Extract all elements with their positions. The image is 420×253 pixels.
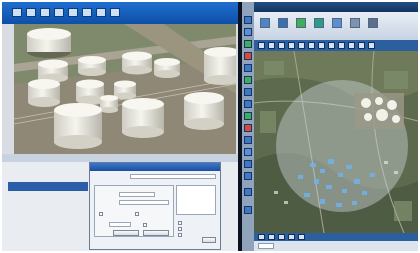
storage-tank [78,56,106,76]
back-icon[interactable] [298,42,305,49]
option-checkbox-2[interactable] [135,212,139,216]
zoom-out-icon[interactable] [244,100,252,108]
dialog-title-bar [90,163,220,171]
storage-tank [100,95,118,113]
forward-icon[interactable] [308,42,315,49]
properties-dialog [89,162,221,250]
type-field[interactable] [119,200,169,205]
help-tool-icon[interactable] [244,206,252,214]
status-bar [254,241,418,251]
add-layer-icon[interactable] [244,40,252,48]
prev-page-icon[interactable] [268,234,275,240]
map-toolbar [254,40,418,51]
measure-icon[interactable] [332,18,342,28]
panel-header [2,154,238,162]
swipe-icon[interactable] [358,42,365,49]
option-checkbox-1[interactable] [99,212,103,216]
options-icon[interactable] [368,18,378,28]
preview-box [176,185,216,215]
identify-tool-icon[interactable] [244,64,252,72]
value-field[interactable] [119,192,155,197]
storage-tank [122,98,164,138]
storage-tank [76,79,104,105]
delete-tool-icon[interactable] [244,124,252,132]
add-data-icon[interactable] [296,18,306,28]
zoom-icon[interactable] [54,8,64,17]
export-icon[interactable] [350,18,360,28]
side-panel-tab[interactable] [8,182,88,191]
identify-icon[interactable] [318,42,325,49]
select-icon[interactable] [110,8,120,17]
pan-icon[interactable] [68,8,78,17]
select-tool-icon[interactable] [244,136,252,144]
storage-tank [122,51,152,75]
option-checkbox-3[interactable] [143,223,147,227]
storage-tank [154,58,180,78]
overlay-tool-icon[interactable] [244,148,252,156]
tank-farm-overhead [354,93,404,129]
print-tool-icon[interactable] [244,172,252,180]
vertical-toolbar [242,2,254,251]
apply-button[interactable] [113,230,139,236]
storage-tank [204,47,236,85]
pointer-tool-icon[interactable] [244,16,252,24]
edit-tool-icon[interactable] [244,112,252,120]
select-icon[interactable] [328,42,335,49]
layers-icon[interactable] [278,18,288,28]
layers-icon[interactable] [96,8,106,17]
desktop-screenshot [2,2,418,251]
zoom-in-icon[interactable] [244,88,252,96]
last-page-icon[interactable] [288,234,295,240]
draw-icon[interactable] [348,42,355,49]
analysis-icon[interactable] [314,18,324,28]
options-group [94,185,174,237]
bookmark-icon[interactable] [368,42,375,49]
export-tool-icon[interactable] [244,160,252,168]
ok-button[interactable] [202,237,216,243]
zoom-in-icon[interactable] [268,42,275,49]
storage-tank [54,103,102,149]
radio-option-3[interactable] [178,233,182,237]
save-icon[interactable] [40,8,50,17]
next-page-icon[interactable] [278,234,285,240]
refresh-icon[interactable] [298,234,305,240]
radio-option-2[interactable] [178,227,182,231]
first-page-icon[interactable] [258,234,265,240]
measure-icon[interactable] [338,42,345,49]
grid-icon[interactable] [82,8,92,17]
open-icon[interactable] [260,18,270,28]
size-field[interactable] [109,222,131,227]
storage-tank [27,28,71,58]
pan-icon[interactable] [258,42,265,49]
aerial-tank-farm-photo[interactable] [14,24,236,154]
storage-tank [28,79,60,107]
map-navigation-bar [254,233,418,241]
app-icon[interactable] [12,8,22,17]
clear-button[interactable] [143,230,169,236]
satellite-map-view[interactable] [254,51,418,233]
storage-tank [114,80,136,100]
attribute-panel [2,154,238,251]
image-viewer-window [2,2,238,251]
draw-tool-icon[interactable] [244,76,252,84]
file-icon[interactable] [26,8,36,17]
name-field[interactable] [130,174,216,179]
map-application-window [254,2,418,251]
left-title-bar [2,2,238,24]
remove-layer-icon[interactable] [244,52,252,60]
storage-tank [184,92,224,130]
measure-tool-icon[interactable] [244,28,252,36]
right-title-bar [254,2,418,12]
zoom-out-icon[interactable] [278,42,285,49]
status-tab[interactable] [258,243,274,249]
full-extent-icon[interactable] [288,42,295,49]
radio-option-1[interactable] [178,221,182,225]
settings-tool-icon[interactable] [244,188,252,196]
ribbon-toolbar [254,12,418,40]
